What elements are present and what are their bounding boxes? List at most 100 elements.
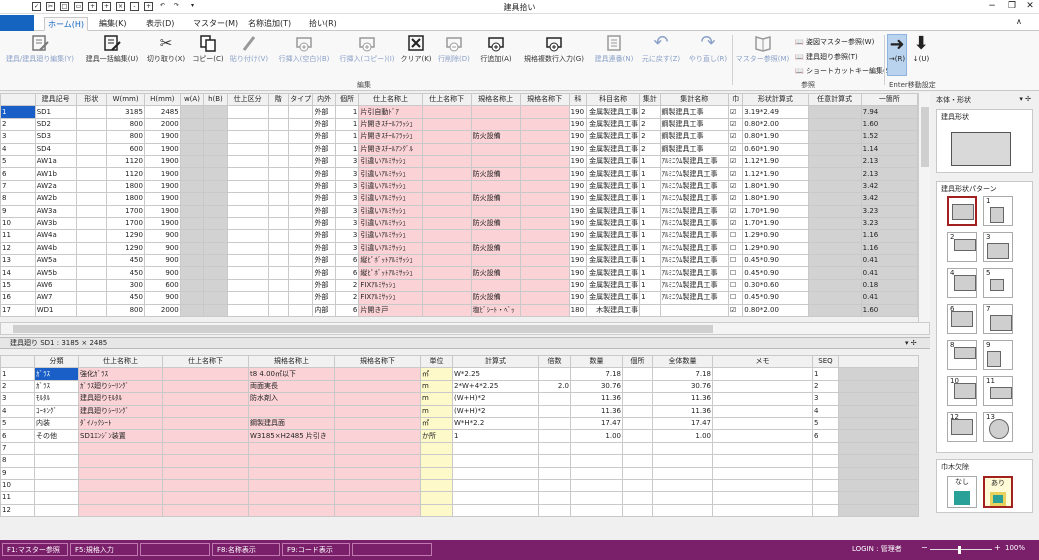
table-cell[interactable] bbox=[248, 466, 335, 480]
column-header[interactable]: 科 bbox=[568, 92, 588, 107]
table-cell[interactable] bbox=[287, 266, 314, 280]
table-cell[interactable]: 片開き戸 bbox=[358, 303, 423, 318]
table-cell[interactable] bbox=[421, 216, 472, 231]
table-cell[interactable]: 7.18 bbox=[570, 367, 623, 381]
column-header[interactable]: w(A) bbox=[179, 92, 205, 107]
table-cell[interactable]: 外部 bbox=[312, 105, 336, 119]
table-cell[interactable]: 引違いｱﾙﾐｻｯｼｭ bbox=[358, 204, 423, 218]
table-cell[interactable]: 金属製建具工事 bbox=[586, 204, 641, 218]
table-cell[interactable]: ｱﾙﾐﾆｳﾑ製建具工事 bbox=[659, 179, 729, 194]
table-cell[interactable]: 2.13 bbox=[860, 154, 919, 169]
table-cell[interactable]: 11.36 bbox=[570, 404, 623, 418]
table-cell[interactable] bbox=[421, 204, 472, 218]
column-header[interactable]: 一箇所 bbox=[860, 92, 919, 107]
table-row[interactable]: 6 AW1b 1120 1900 外部 3 引違いｱﾙﾐｻｯｼｭ 防火設備 190 金属製建具工事… bbox=[0, 167, 919, 181]
table-cell[interactable] bbox=[421, 303, 472, 318]
table-cell[interactable] bbox=[622, 478, 653, 493]
table-cell[interactable]: 1120 bbox=[106, 154, 145, 169]
column-header[interactable]: 内外 bbox=[312, 92, 336, 107]
table-cell[interactable] bbox=[470, 154, 521, 169]
table-cell[interactable] bbox=[421, 254, 472, 268]
f5-key[interactable]: F5:規格入力 bbox=[70, 543, 138, 556]
table-cell[interactable]: 190 bbox=[568, 192, 588, 206]
table-row[interactable]: 5 AW1a 1120 1900 外部 3 引違いｱﾙﾐｻｯｼｭ 190 金属製建具工事 1 ｱﾙﾐ… bbox=[0, 154, 919, 169]
table-cell[interactable] bbox=[75, 229, 108, 243]
table-cell[interactable]: 900 bbox=[143, 254, 181, 268]
grid-vertical-scrollbar[interactable] bbox=[918, 93, 930, 322]
tategu-edit-button[interactable]: 建具/建具廻り編集(Y) bbox=[2, 34, 78, 74]
table-cell[interactable] bbox=[179, 303, 205, 318]
table-cell[interactable] bbox=[226, 142, 269, 156]
table-cell[interactable]: 引違いｱﾙﾐｻｯｼｭ bbox=[358, 167, 423, 181]
table-cell[interactable] bbox=[452, 441, 539, 456]
table-cell[interactable] bbox=[267, 266, 289, 280]
table-cell[interactable] bbox=[334, 478, 421, 493]
table-cell[interactable]: ☑ bbox=[727, 204, 744, 218]
table-cell[interactable] bbox=[334, 491, 421, 505]
table-cell[interactable]: 鋼製建具工事 bbox=[659, 142, 729, 156]
column-header[interactable]: 仕上名称上 bbox=[78, 354, 163, 369]
table-cell[interactable]: 引違いｱﾙﾐｻｯｼｭ bbox=[358, 192, 423, 206]
table-cell[interactable]: 3.23 bbox=[860, 216, 919, 231]
table-cell[interactable]: AW5a bbox=[34, 254, 77, 268]
table-cell[interactable]: SD4 bbox=[34, 142, 77, 156]
tategu-grid[interactable]: 建具記号 形状 W(mm) H(mm) w(A) h(B) 仕上区分階タイプ 内外 個所 仕上名称… bbox=[0, 92, 919, 318]
table-cell[interactable] bbox=[179, 216, 205, 231]
table-cell[interactable]: ☑ bbox=[727, 105, 744, 119]
table-cell[interactable]: SD2 bbox=[34, 117, 77, 132]
table-cell[interactable]: 両面実長 bbox=[248, 379, 335, 394]
table-cell[interactable] bbox=[179, 278, 205, 293]
table-cell[interactable] bbox=[712, 416, 813, 431]
restore-icon[interactable]: ❐ bbox=[1005, 1, 1019, 11]
table-cell[interactable]: ☑ bbox=[727, 154, 744, 169]
side-tab[interactable]: 本体・形状 ▾ ✢ bbox=[936, 95, 1033, 107]
table-cell[interactable] bbox=[162, 379, 249, 394]
table-cell[interactable]: m bbox=[420, 404, 453, 418]
table-cell[interactable]: 190 bbox=[568, 291, 588, 305]
table-cell[interactable]: 金属製建具工事 bbox=[586, 216, 641, 231]
table-cell[interactable]: 金属製建具工事 bbox=[586, 229, 641, 243]
table-cell[interactable] bbox=[179, 291, 205, 305]
table-cell[interactable] bbox=[203, 241, 228, 256]
table-cell[interactable] bbox=[420, 491, 453, 505]
table-cell[interactable] bbox=[226, 278, 269, 293]
zoom-in-icon[interactable]: + bbox=[994, 543, 1001, 552]
table-cell[interactable] bbox=[203, 266, 228, 280]
table-cell[interactable]: 1 bbox=[334, 142, 360, 156]
table-cell[interactable] bbox=[179, 254, 205, 268]
table-cell[interactable]: ｱﾙﾐﾆｳﾑ製建具工事 bbox=[659, 154, 729, 169]
table-cell[interactable]: 片引自動ﾄﾞｱ bbox=[358, 105, 423, 119]
table-row[interactable]: 12 AW4b 1290 900 外部 3 引違いｱﾙﾐｻｯｼｭ 防火設備 190 金属製建具工事… bbox=[0, 241, 919, 256]
table-cell[interactable] bbox=[34, 491, 79, 505]
table-cell[interactable]: 外部 bbox=[312, 241, 336, 256]
cut-button[interactable]: ✂ 切り取り(X) bbox=[146, 34, 186, 74]
table-cell[interactable] bbox=[203, 179, 228, 194]
table-cell[interactable]: 3.23 bbox=[860, 204, 919, 218]
table-cell[interactable]: 190 bbox=[568, 130, 588, 144]
table-cell[interactable]: 3.42 bbox=[860, 192, 919, 206]
table-cell[interactable]: 金属製建具工事 bbox=[586, 192, 641, 206]
table-cell[interactable]: ㎡ bbox=[420, 416, 453, 431]
shortcut-key-edit-button[interactable]: 📖 ショートカットキー編集(S) bbox=[795, 66, 893, 76]
table-row[interactable]: 7 bbox=[0, 441, 919, 456]
table-cell[interactable]: 0.18 bbox=[860, 278, 919, 293]
table-cell[interactable] bbox=[248, 478, 335, 493]
shape-pattern-option[interactable]: 7 bbox=[983, 304, 1013, 334]
table-cell[interactable]: 900 bbox=[143, 266, 181, 280]
table-cell[interactable]: SD3 bbox=[34, 130, 77, 144]
table-cell[interactable]: 防火設備 bbox=[470, 241, 521, 256]
table-cell[interactable] bbox=[519, 266, 570, 280]
table-cell[interactable] bbox=[622, 367, 653, 381]
table-cell[interactable] bbox=[807, 229, 862, 243]
minimize-icon[interactable]: − bbox=[985, 1, 999, 11]
insert-copy-row-button[interactable]: 行挿入(コピー)(I) bbox=[336, 34, 398, 74]
shape-pattern-option[interactable]: 2 bbox=[947, 232, 977, 262]
shape-pattern-option[interactable]: 5 bbox=[983, 268, 1013, 298]
table-cell[interactable] bbox=[420, 478, 453, 493]
table-cell[interactable] bbox=[712, 454, 813, 468]
table-row[interactable]: 4 SD4 600 1900 外部 1 片開きｽﾁｰﾙｱﾝｸﾞﾙ 190 金属製建具工事 2 鋼製建… bbox=[0, 142, 919, 156]
table-cell[interactable]: 450 bbox=[106, 266, 145, 280]
delete-row-button[interactable]: 行削除(D) bbox=[434, 34, 474, 74]
table-row[interactable]: 10 bbox=[0, 478, 919, 493]
table-cell[interactable] bbox=[162, 392, 249, 406]
